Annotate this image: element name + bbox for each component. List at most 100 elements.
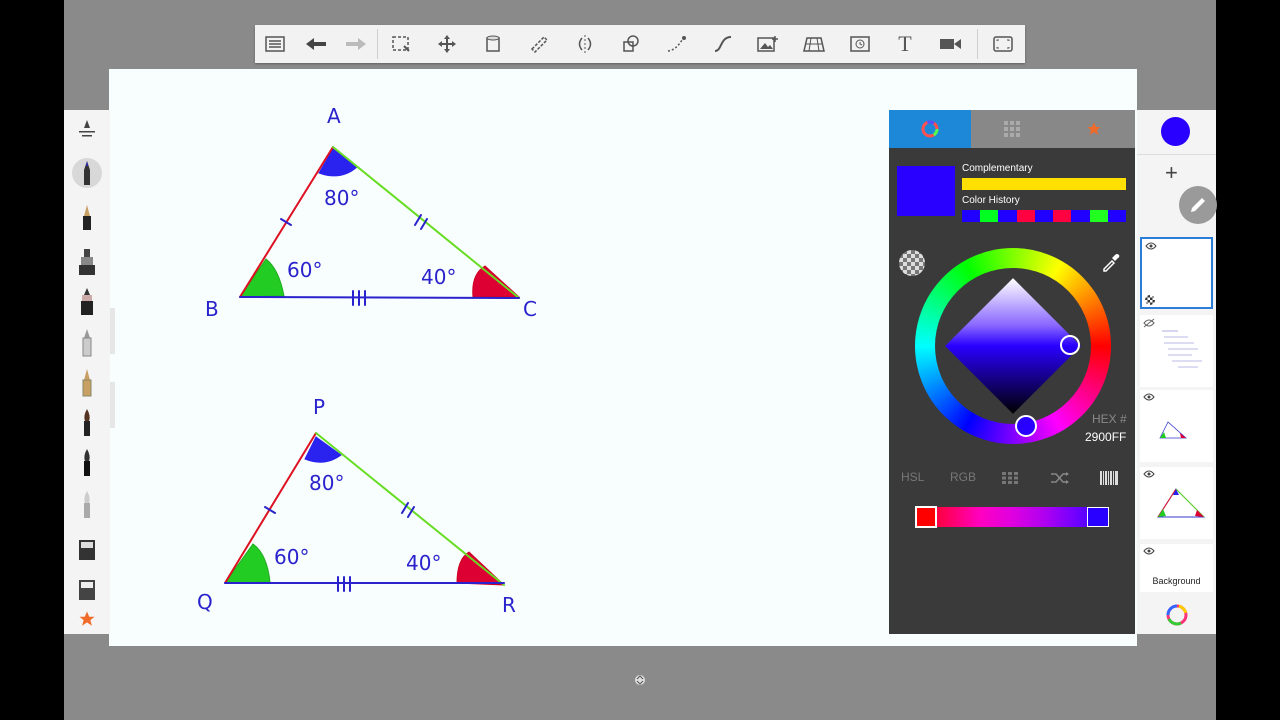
history-swatch[interactable] xyxy=(998,210,1017,222)
angle-label-a: 80° xyxy=(324,186,359,210)
history-swatch[interactable] xyxy=(962,210,981,222)
eraser-icon[interactable] xyxy=(72,534,102,564)
fullscreen-icon[interactable] xyxy=(988,29,1018,59)
marker-icon[interactable] xyxy=(72,247,102,277)
history-swatch[interactable] xyxy=(1107,210,1126,222)
curve-icon[interactable] xyxy=(708,29,738,59)
ballpoint-icon[interactable] xyxy=(72,203,102,233)
hex-value[interactable]: 2900FF xyxy=(1085,430,1126,444)
selection-icon[interactable] xyxy=(386,29,416,59)
stroke-icon[interactable] xyxy=(662,29,692,59)
eye-icon[interactable] xyxy=(1145,242,1157,250)
redo-icon[interactable] xyxy=(341,29,371,59)
history-swatch[interactable] xyxy=(1034,210,1054,222)
list-icon[interactable] xyxy=(260,29,290,59)
paint-brush-icon[interactable] xyxy=(72,408,102,438)
video-icon[interactable] xyxy=(936,29,966,59)
current-color-indicator[interactable] xyxy=(1161,117,1190,146)
history-swatch[interactable] xyxy=(1053,210,1072,222)
color-gradient-bar[interactable] xyxy=(916,507,1108,527)
wet-brush-icon[interactable] xyxy=(72,448,102,478)
hue-picker-handle[interactable] xyxy=(1015,415,1037,437)
color-history-label: Color History xyxy=(962,195,1020,206)
pencil-icon[interactable] xyxy=(72,158,102,188)
top-toolbar: T xyxy=(255,25,1025,63)
layer-thumbnail[interactable] xyxy=(1140,315,1213,387)
favorites-star-icon[interactable] xyxy=(72,604,102,634)
panel-edge-handle[interactable] xyxy=(110,382,115,428)
toolbar-divider xyxy=(377,29,378,59)
eraser-2-icon[interactable] xyxy=(72,574,102,604)
shuffle-icon[interactable] xyxy=(1050,471,1070,488)
color-panel: Complementary Color History HEX # 2900FF… xyxy=(889,110,1135,634)
layer-blend-icon[interactable] xyxy=(1145,295,1155,305)
complementary-label: Complementary xyxy=(962,163,1033,174)
brush-settings-icon[interactable] xyxy=(72,115,102,145)
rgb-mode-button[interactable]: RGB xyxy=(950,470,976,484)
current-color-swatch xyxy=(897,166,955,216)
text-icon[interactable]: T xyxy=(890,29,920,59)
transform-icon[interactable] xyxy=(432,29,462,59)
image-icon[interactable] xyxy=(753,29,783,59)
perspective-icon[interactable] xyxy=(799,29,829,59)
vertex-label-p: P xyxy=(313,395,325,419)
eye-icon[interactable] xyxy=(1143,393,1155,401)
add-layer-button[interactable]: + xyxy=(1165,160,1178,186)
toolbar-divider xyxy=(977,29,978,59)
undo-icon[interactable] xyxy=(301,29,331,59)
history-swatch[interactable] xyxy=(1016,210,1035,222)
grid-mode-icon[interactable] xyxy=(1002,472,1018,487)
shape-icon[interactable] xyxy=(616,29,646,59)
vertex-label-b: B xyxy=(205,297,219,321)
symmetry-icon[interactable] xyxy=(570,29,600,59)
layer-preview xyxy=(1157,488,1206,518)
angle-label-q: 60° xyxy=(274,545,309,569)
inker-icon[interactable] xyxy=(72,328,102,358)
history-swatch[interactable] xyxy=(1089,210,1108,222)
color-panel-tabs xyxy=(889,110,1135,148)
barcode-icon[interactable] xyxy=(1100,471,1118,488)
background-layer-label: Background xyxy=(1152,576,1201,586)
eye-icon[interactable] xyxy=(1143,470,1155,478)
vertex-label-a: A xyxy=(327,104,341,128)
eye-icon[interactable] xyxy=(1143,547,1155,555)
angle-label-p: 80° xyxy=(309,471,344,495)
complementary-color-bar[interactable] xyxy=(962,178,1126,190)
layer-thumbnail[interactable] xyxy=(1140,390,1213,462)
fill-icon[interactable] xyxy=(478,29,508,59)
ruler-icon[interactable] xyxy=(524,29,554,59)
angle-label-c: 40° xyxy=(421,265,456,289)
fountain-pen-icon[interactable] xyxy=(72,368,102,398)
vertex-label-c: C xyxy=(523,297,537,321)
color-history xyxy=(962,210,1126,222)
history-swatch[interactable] xyxy=(980,210,999,222)
swatches-tab[interactable] xyxy=(971,110,1053,148)
color-wheel-button[interactable] xyxy=(1165,603,1189,632)
brush-panel xyxy=(64,110,110,634)
pencil-edit-icon[interactable] xyxy=(1179,186,1217,224)
eye-hidden-icon[interactable] xyxy=(1143,318,1155,328)
color-wheel[interactable] xyxy=(915,248,1111,444)
favorites-tab[interactable] xyxy=(1053,110,1135,148)
panel-edge-handle[interactable] xyxy=(110,308,115,354)
layer-thumbnail[interactable] xyxy=(1140,237,1213,309)
color-wheel-tab[interactable] xyxy=(889,110,971,148)
layer-preview xyxy=(1162,330,1202,368)
vertex-label-r: R xyxy=(502,593,516,617)
hex-label: HEX # xyxy=(1092,412,1127,426)
sv-picker-handle[interactable] xyxy=(1060,335,1080,355)
panel-divider xyxy=(1137,154,1216,155)
expand-handle-icon[interactable] xyxy=(634,673,646,691)
hsl-mode-button[interactable]: HSL xyxy=(901,470,924,484)
angle-label-r: 40° xyxy=(406,551,441,575)
history-swatch[interactable] xyxy=(1071,210,1090,222)
smudge-icon[interactable] xyxy=(72,490,102,520)
airbrush-icon[interactable] xyxy=(72,287,102,317)
time-lapse-icon[interactable] xyxy=(845,29,875,59)
layer-preview xyxy=(1159,421,1188,439)
background-layer[interactable]: Background xyxy=(1140,544,1213,592)
gradient-end-swatch[interactable] xyxy=(1087,507,1109,527)
gradient-start-swatch[interactable] xyxy=(915,506,937,528)
layer-thumbnail[interactable] xyxy=(1140,467,1213,539)
angle-label-b: 60° xyxy=(287,258,322,282)
